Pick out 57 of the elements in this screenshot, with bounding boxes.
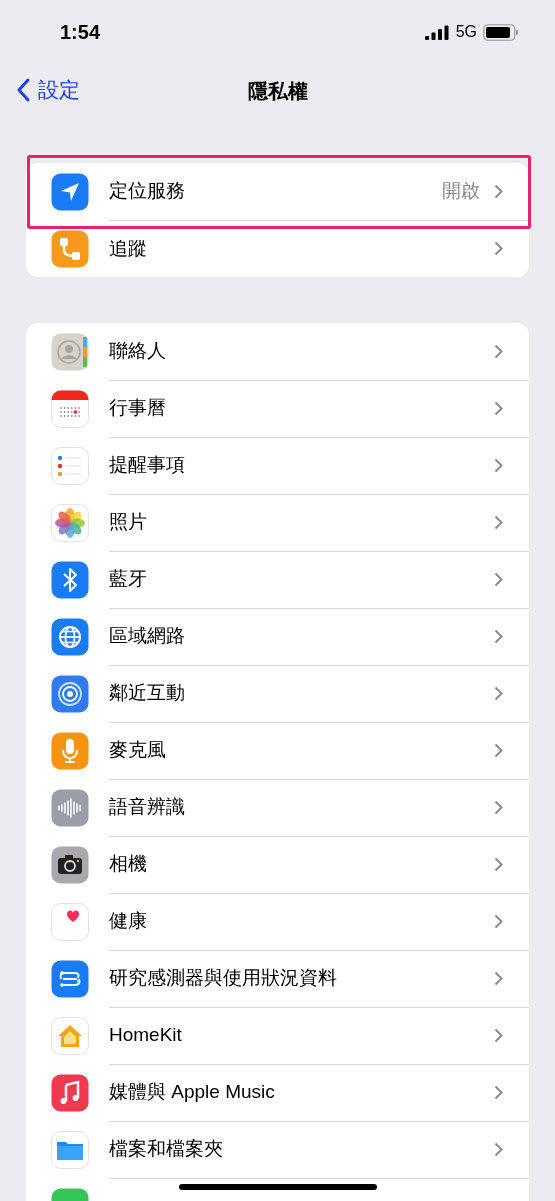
checklist-icon	[51, 446, 89, 485]
waveform-icon	[51, 788, 89, 827]
sync-icon	[51, 959, 89, 998]
chevron-icon	[494, 856, 503, 872]
setting-label[interactable]: 健康	[109, 908, 494, 934]
page-title: 隱私權	[247, 78, 308, 104]
setting-label[interactable]: 追蹤	[109, 235, 494, 262]
chevron-icon	[494, 1027, 503, 1043]
chevron-icon	[494, 628, 503, 644]
chevron-icon	[494, 514, 503, 530]
network-label: 5G	[455, 23, 477, 41]
setting-label[interactable]: 麥克風	[109, 737, 494, 763]
battery-icon	[483, 23, 519, 41]
bluetooth-icon	[51, 560, 89, 599]
globe-icon	[51, 617, 89, 656]
chevron-icon	[494, 457, 503, 473]
setting-label[interactable]: 語音辨識	[109, 794, 494, 820]
house-icon	[51, 1016, 89, 1055]
back-chevron-icon	[16, 78, 30, 102]
microphone-icon	[51, 731, 89, 770]
setting-label[interactable]: 提醒事項	[109, 452, 494, 478]
setting-label[interactable]: 檔案和檔案夾	[109, 1136, 494, 1162]
music-note-icon	[51, 1073, 89, 1112]
setting-label[interactable]: HomeKit	[109, 1024, 494, 1046]
chevron-icon	[494, 970, 503, 986]
chevron-icon	[494, 1084, 503, 1100]
setting-label[interactable]: 照片	[109, 509, 494, 535]
setting-label[interactable]: 藍牙	[109, 566, 494, 592]
setting-label[interactable]: 媒體與 Apple Music	[109, 1079, 494, 1105]
camera-icon	[51, 845, 89, 884]
back-button[interactable]: 設定	[16, 76, 80, 104]
folder-icon	[51, 1130, 89, 1169]
setting-label[interactable]: 鄰近互動	[109, 680, 494, 706]
chevron-icon	[494, 799, 503, 815]
chevron-icon	[494, 742, 503, 758]
rings-icon	[51, 674, 89, 713]
chevron-icon	[494, 1141, 503, 1157]
chevron-icon	[494, 571, 503, 587]
signal-icon	[424, 24, 450, 40]
setting-label[interactable]: 研究感測器與使用狀況資料	[109, 965, 494, 991]
flower-icon	[51, 503, 89, 542]
calendar-icon	[51, 389, 89, 428]
chevron-icon	[494, 913, 503, 929]
setting-label[interactable]: 區域網路	[109, 623, 494, 649]
setting-value: 開啟	[442, 179, 480, 203]
setting-label[interactable]: 行事曆	[109, 395, 494, 421]
chevron-icon	[494, 685, 503, 701]
setting-label[interactable]: 相機	[109, 851, 494, 877]
tracking-icon	[51, 229, 89, 268]
contact-icon	[51, 332, 89, 371]
chevron-icon	[494, 400, 503, 416]
chevron-icon	[494, 183, 503, 199]
status-time: 1:54	[60, 20, 101, 44]
chevron-icon	[494, 343, 503, 359]
setting-label[interactable]: 聯絡人	[109, 338, 494, 364]
setting-label[interactable]: 定位服務	[109, 178, 442, 204]
chevron-icon	[494, 241, 503, 256]
